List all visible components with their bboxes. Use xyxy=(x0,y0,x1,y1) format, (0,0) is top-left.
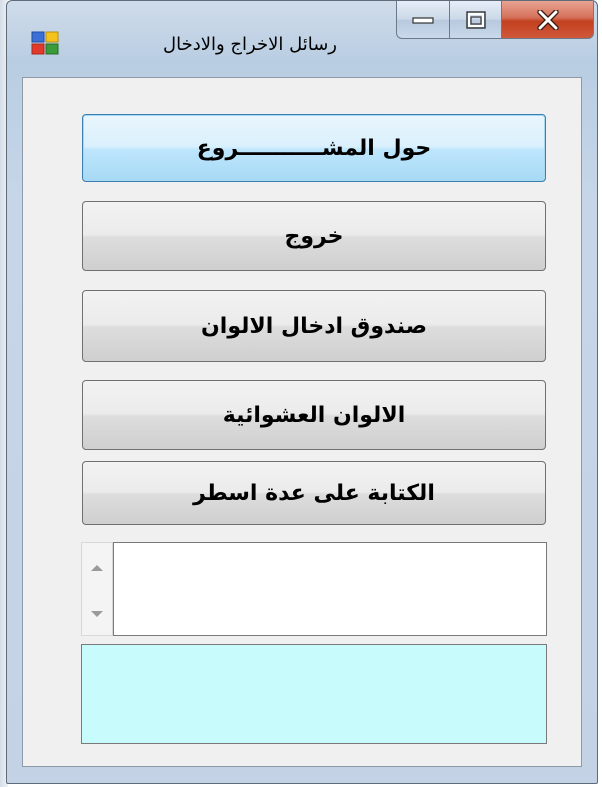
scroll-spinner xyxy=(81,542,113,636)
text-input-box[interactable] xyxy=(113,542,547,636)
close-button[interactable] xyxy=(502,1,594,39)
maximize-button[interactable] xyxy=(450,1,502,39)
arrow-up-icon xyxy=(90,557,104,576)
color-input-box-button[interactable]: صندوق ادخال الالوان xyxy=(82,290,546,362)
windows-form-icon[interactable] xyxy=(31,31,59,55)
arrow-down-icon xyxy=(90,603,104,622)
about-project-button[interactable]: حول المشـــــــــــروع xyxy=(82,114,546,182)
minimize-button[interactable] xyxy=(396,1,450,39)
color-display-panel xyxy=(81,644,547,744)
spin-up-button[interactable] xyxy=(82,543,112,589)
application-window: رسائل الاخراج والادخال حول المشـــــــــ… xyxy=(6,0,598,784)
window-title: رسائل الاخراج والادخال xyxy=(163,34,337,55)
exit-button[interactable]: خروج xyxy=(82,201,546,271)
caption-buttons xyxy=(396,1,594,41)
form-client-area: حول المشـــــــــــروع خروج صندوق ادخال … xyxy=(22,77,582,767)
title-bar[interactable]: رسائل الاخراج والادخال xyxy=(7,1,597,77)
random-colors-button[interactable]: الالوان العشوائية xyxy=(82,380,546,450)
multiline-writing-button[interactable]: الكتابة على عدة اسطر xyxy=(82,461,546,525)
spin-down-button[interactable] xyxy=(82,589,112,635)
